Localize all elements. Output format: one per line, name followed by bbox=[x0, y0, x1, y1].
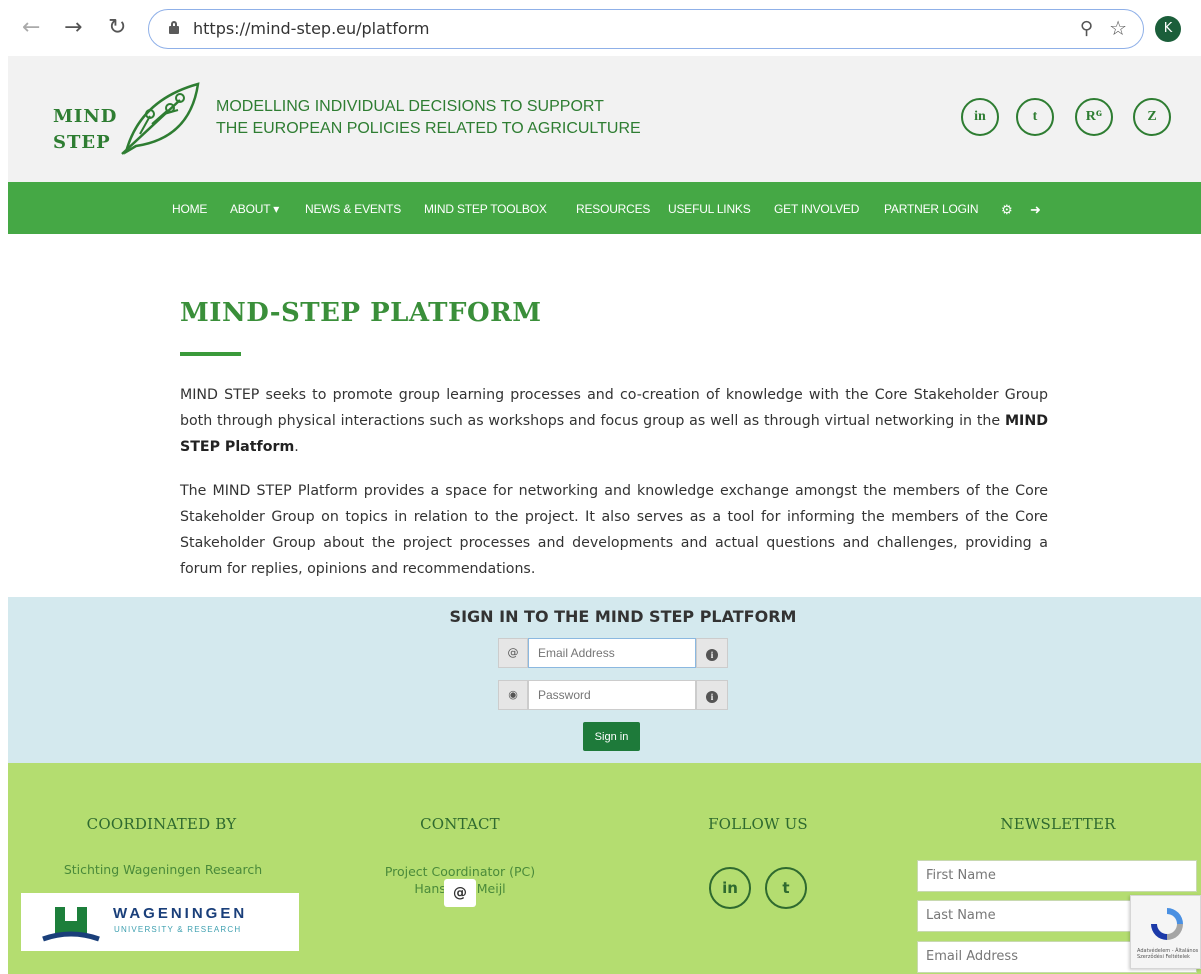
linkedin-icon[interactable]: in bbox=[709, 867, 751, 909]
password-field[interactable] bbox=[528, 680, 696, 710]
coordinator-name[interactable]: Stichting Wageningen Research bbox=[28, 861, 298, 878]
site-footer: COORDINATED BY Stichting Wageningen Rese… bbox=[8, 763, 1201, 974]
password-row: ◉ i bbox=[498, 680, 728, 710]
intro-paragraph: MIND STEP seeks to promote group learnin… bbox=[180, 382, 1048, 460]
wageningen-name: WAGENINGEN bbox=[113, 905, 248, 922]
nav-item-home[interactable]: HOME bbox=[172, 202, 207, 216]
follow-us-heading: FOLLOW US bbox=[708, 815, 808, 833]
reload-icon[interactable]: ↻ bbox=[108, 16, 126, 40]
researchgate-icon[interactable]: Rᴳ bbox=[1075, 98, 1113, 136]
address-bar[interactable]: https://mind-step.eu/platform ⚲ ☆ bbox=[148, 9, 1144, 49]
tagline-line-1: MODELLING INDIVIDUAL DECISIONS TO SUPPOR… bbox=[216, 98, 604, 115]
zoom-out-icon[interactable]: ⚲ bbox=[1080, 18, 1093, 39]
profile-avatar[interactable]: K bbox=[1155, 16, 1181, 42]
signin-button[interactable]: Sign in bbox=[583, 722, 640, 751]
eye-icon: ◉ bbox=[498, 680, 528, 710]
nav-item-partner-login[interactable]: PARTNER LOGIN bbox=[884, 202, 979, 216]
tagline-line-2: THE EUROPEAN POLICIES RELATED TO AGRICUL… bbox=[216, 120, 641, 137]
page-title: MIND-STEP PLATFORM bbox=[180, 298, 542, 328]
wageningen-logo[interactable]: WAGENINGEN UNIVERSITY & RESEARCH bbox=[21, 893, 299, 951]
recaptcha-icon bbox=[1151, 908, 1183, 940]
intro-text: MIND STEP seeks to promote group learnin… bbox=[180, 387, 1048, 429]
main-nav: HOME ABOUT ▾ NEWS & EVENTS MIND STEP TOO… bbox=[8, 182, 1201, 234]
info-icon[interactable]: i bbox=[696, 638, 728, 668]
at-sign-icon: @ bbox=[498, 638, 528, 668]
logo-text-mind[interactable]: MIND bbox=[53, 106, 117, 127]
nav-item-news-events[interactable]: NEWS & EVENTS bbox=[305, 202, 401, 216]
twitter-icon[interactable]: t bbox=[765, 867, 807, 909]
email-contact-button[interactable]: @ bbox=[444, 879, 476, 907]
nav-item-get-involved[interactable]: GET INVOLVED bbox=[774, 202, 859, 216]
email-row: @ i bbox=[498, 638, 728, 668]
title-divider bbox=[180, 352, 241, 356]
twitter-icon[interactable]: t bbox=[1016, 98, 1054, 136]
arrow-left-icon[interactable]: ← bbox=[22, 16, 40, 40]
arrow-right-icon[interactable]: → bbox=[64, 16, 82, 40]
recaptcha-terms[interactable]: Adatvédelem - Általános Szerződési Felté… bbox=[1137, 948, 1201, 960]
newsletter-heading: NEWSLETTER bbox=[1000, 815, 1116, 833]
signin-title: SIGN IN TO THE MIND STEP PLATFORM bbox=[449, 607, 797, 626]
nav-item-about[interactable]: ABOUT ▾ bbox=[230, 202, 279, 216]
site-header: MIND STEP MODELLING INDIVIDUAL DECISIONS… bbox=[8, 56, 1201, 182]
contact-role: Project Coordinator (PC) bbox=[384, 864, 536, 879]
info-icon[interactable]: i bbox=[696, 680, 728, 710]
signin-section: SIGN IN TO THE MIND STEP PLATFORM @ i ◉ … bbox=[8, 597, 1201, 763]
site-tagline: MODELLING INDIVIDUAL DECISIONS TO SUPPOR… bbox=[216, 96, 641, 140]
sign-out-icon[interactable]: ➜ bbox=[1030, 202, 1041, 218]
bookmark-star-icon[interactable]: ☆ bbox=[1109, 16, 1127, 40]
browser-toolbar: ← → ↻ https://mind-step.eu/platform ⚲ ☆ … bbox=[0, 0, 1201, 56]
logo-text-step[interactable]: STEP bbox=[53, 132, 111, 153]
recaptcha-badge[interactable]: Adatvédelem - Általános Szerződési Felté… bbox=[1130, 895, 1201, 969]
email-field[interactable] bbox=[528, 638, 696, 668]
wageningen-emblem-icon bbox=[42, 907, 100, 942]
newsletter-first-name-field[interactable]: First Name bbox=[917, 860, 1197, 892]
linkedin-icon[interactable]: in bbox=[961, 98, 999, 136]
url-text[interactable]: https://mind-step.eu/platform bbox=[193, 19, 430, 38]
nav-item-useful-links[interactable]: USEFUL LINKS bbox=[668, 202, 751, 216]
lock-icon bbox=[169, 21, 179, 34]
gears-icon[interactable]: ⚙ bbox=[1001, 202, 1013, 218]
zenodo-icon[interactable]: Z bbox=[1133, 98, 1171, 136]
nav-item-resources[interactable]: RESOURCES bbox=[576, 202, 650, 216]
intro-end: . bbox=[294, 439, 299, 455]
nav-item-toolbox[interactable]: MIND STEP TOOLBOX bbox=[424, 202, 547, 216]
platform-paragraph: The MIND STEP Platform provides a space … bbox=[180, 483, 1048, 577]
wageningen-subtitle: UNIVERSITY & RESEARCH bbox=[114, 925, 242, 934]
leaf-logo-icon[interactable] bbox=[120, 80, 204, 156]
coordinated-by-heading: COORDINATED BY bbox=[86, 815, 237, 833]
contact-heading: CONTACT bbox=[420, 815, 500, 833]
